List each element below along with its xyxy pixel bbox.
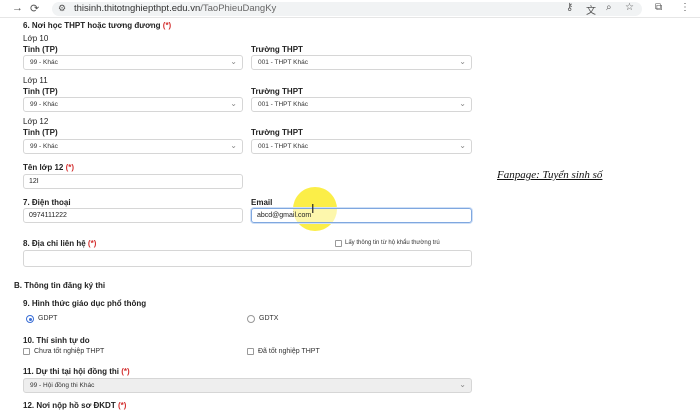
radio-gdtx-label: GDTX	[259, 315, 279, 322]
sectionB-title: B. Thông tin đăng ký thi	[14, 281, 106, 290]
school-label-12: Trường THPT	[251, 128, 303, 137]
url-text: thisinh.thitotnghiepthpt.edu.vn/TaoPhieu…	[74, 3, 277, 14]
copy-address-label: Lấy thông tin từ hộ khẩu thường trú	[345, 240, 440, 246]
translate-icon[interactable]: 文	[586, 2, 596, 17]
phone-input[interactable]: 0974111222	[23, 208, 243, 223]
school-label-10: Trường THPT	[251, 45, 303, 54]
province-select-10[interactable]: 99 - Khác ⌄	[23, 55, 243, 70]
radio-gdtx[interactable]	[247, 315, 255, 323]
class12-label: Tên lớp 12 (*)	[23, 163, 75, 172]
exam-council-select[interactable]: 99 - Hội đồng thi Khác ⌄	[23, 378, 472, 393]
zoom-icon[interactable]: ⌕	[606, 2, 612, 13]
school-select-12[interactable]: 001 - THPT Khác ⌄	[251, 139, 472, 154]
graduated-checkbox[interactable]	[247, 348, 254, 355]
submit-place-label: 12. Nơi nộp hồ sơ ĐKDT (*)	[23, 401, 127, 410]
address-textarea[interactable]	[23, 250, 472, 267]
extensions-icon[interactable]: ⧉	[655, 2, 662, 13]
school-select-10[interactable]: 001 - THPT Khác ⌄	[251, 55, 472, 70]
grade12-label: Lớp 12	[23, 117, 49, 126]
reload-icon[interactable]: ⟳	[30, 2, 39, 15]
graduated-label: Đã tốt nghiệp THPT	[258, 348, 320, 355]
copy-address-checkbox[interactable]	[335, 240, 342, 247]
free-candidate-label: 10. Thí sinh tự do	[23, 336, 90, 345]
not-graduated-label: Chưa tốt nghiệp THPT	[34, 348, 105, 355]
chevron-down-icon: ⌄	[459, 99, 466, 108]
phone-label: 7. Điện thoại	[23, 198, 71, 207]
province-label-11: Tỉnh (TP)	[23, 87, 58, 96]
chevron-down-icon: ⌄	[459, 57, 466, 66]
school-label-11: Trường THPT	[251, 87, 303, 96]
chevron-down-icon: ⌄	[459, 141, 466, 150]
chevron-down-icon: ⌄	[230, 57, 237, 66]
radio-gdpt-label: GDPT	[38, 315, 58, 322]
back-arrow-icon[interactable]: →	[12, 2, 23, 14]
not-graduated-checkbox[interactable]	[23, 348, 30, 355]
text-cursor-icon: I	[311, 202, 315, 216]
email-label: Email	[251, 198, 273, 207]
menu-icon[interactable]: ⋮	[680, 2, 690, 13]
address-label: 8. Địa chỉ liên hệ (*)	[23, 239, 97, 248]
star-icon[interactable]: ☆	[625, 2, 634, 13]
address-bar[interactable]: ⚙ thisinh.thitotnghiepthpt.edu.vn/TaoPhi…	[52, 2, 642, 16]
grade10-label: Lớp 10	[23, 34, 49, 43]
fanpage-watermark: Fanpage: Tuyển sinh số	[497, 169, 603, 181]
exam-council-label: 11. Dự thi tại hội đồng thi (*)	[23, 367, 130, 376]
key-icon[interactable]: ⚷	[566, 2, 573, 13]
province-select-11[interactable]: 99 - Khác ⌄	[23, 97, 243, 112]
education-label: 9. Hình thức giáo dục phổ thông	[23, 299, 147, 308]
class12-input[interactable]: 12I	[23, 174, 243, 189]
grade11-label: Lớp 11	[23, 76, 48, 85]
site-info-icon[interactable]: ⚙	[58, 3, 66, 14]
province-label-12: Tỉnh (TP)	[23, 128, 58, 137]
province-select-12[interactable]: 99 - Khác ⌄	[23, 139, 243, 154]
radio-gdpt[interactable]	[26, 315, 34, 323]
email-input[interactable]: abcd@gmail.com	[251, 208, 472, 223]
school-select-11[interactable]: 001 - THPT Khác ⌄	[251, 97, 472, 112]
chevron-down-icon: ⌄	[459, 380, 466, 389]
chevron-down-icon: ⌄	[230, 99, 237, 108]
browser-toolbar: → ⟳ ⚙ thisinh.thitotnghiepthpt.edu.vn/Ta…	[0, 0, 700, 18]
province-label-10: Tỉnh (TP)	[23, 45, 58, 54]
section6-title: 6. Nơi học THPT hoặc tương đương (*)	[23, 21, 172, 30]
chevron-down-icon: ⌄	[230, 141, 237, 150]
